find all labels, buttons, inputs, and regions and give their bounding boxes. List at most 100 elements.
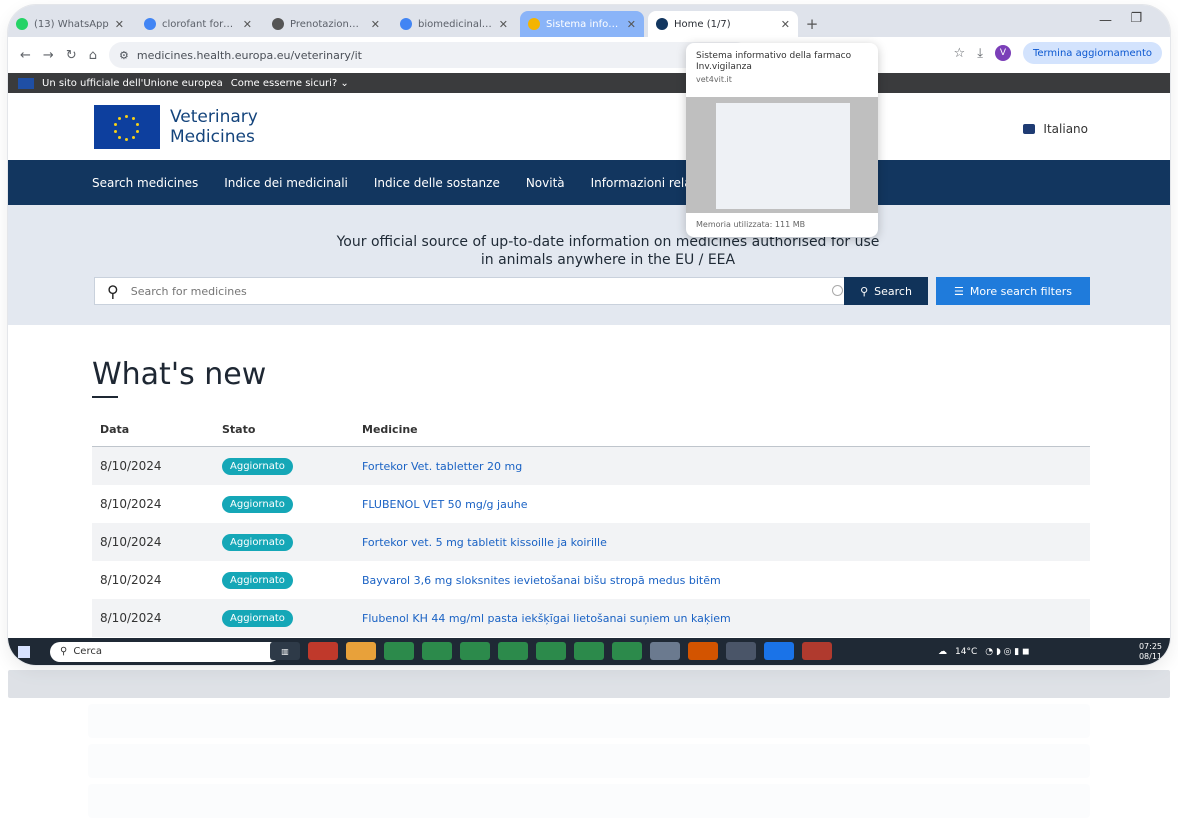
- tab-favicon-icon: [400, 18, 412, 30]
- taskbar-app-icon[interactable]: [574, 642, 604, 660]
- column-header-medicine: Medicine: [362, 423, 418, 436]
- table-row: 8/10/2024 Aggiornato Bayvarol 3,6 mg slo…: [92, 561, 1090, 599]
- speech-bubble-icon: [1023, 124, 1036, 134]
- taskbar-app-icon[interactable]: [536, 642, 566, 660]
- minimize-icon[interactable]: —: [1099, 13, 1112, 28]
- new-tab-button[interactable]: +: [802, 11, 822, 37]
- weather-temp: 14°C: [955, 646, 978, 657]
- logo-line-1: Veterinary: [170, 107, 258, 127]
- table-header: Data Stato Medicine: [92, 413, 1090, 447]
- taskbar-search-label: Cerca: [73, 646, 102, 657]
- clock[interactable]: 07:25 08/11: [1139, 642, 1162, 662]
- task-view-icon[interactable]: ▥: [270, 642, 300, 660]
- update-button[interactable]: Termina aggiornamento: [1022, 42, 1162, 64]
- tab-label: (13) WhatsApp: [34, 18, 109, 30]
- eu-flag-icon: [18, 77, 34, 89]
- forward-icon[interactable]: →: [43, 48, 54, 63]
- medicine-link[interactable]: Fortekor vet. 5 mg tabletit kissoille ja…: [362, 536, 607, 549]
- home-icon[interactable]: ⌂: [89, 48, 97, 63]
- taskbar-app-icon[interactable]: [384, 642, 414, 660]
- close-tab-icon[interactable]: ✕: [115, 18, 124, 31]
- browser-tab[interactable]: (13) WhatsApp ✕: [8, 11, 132, 37]
- back-icon[interactable]: ←: [20, 48, 31, 63]
- search-input[interactable]: [128, 283, 813, 299]
- medicine-link[interactable]: Flubenol KH 44 mg/ml pasta iekšķīgai lie…: [362, 612, 731, 625]
- status-badge: Aggiornato: [222, 457, 293, 475]
- more-filters-button[interactable]: ☰ More search filters: [936, 277, 1090, 305]
- weather-icon[interactable]: ☁: [938, 647, 947, 657]
- tab-label: biomedicinalino expert…: [418, 18, 493, 30]
- taskbar-app-icon[interactable]: [802, 642, 832, 660]
- taskbar-search[interactable]: ⚲ Cerca: [50, 641, 280, 662]
- taskbar-app-icon[interactable]: [764, 642, 794, 660]
- close-tab-icon[interactable]: ✕: [371, 18, 380, 31]
- tab-label: Home (1/7): [674, 18, 731, 30]
- browser-tab-active[interactable]: Home (1/7) ✕: [648, 11, 798, 37]
- medicine-link[interactable]: Bayvarol 3,6 mg sloksnites ievietošanai …: [362, 574, 721, 587]
- taskbar-app-icon[interactable]: [422, 642, 452, 660]
- more-filters-label: More search filters: [969, 284, 1072, 298]
- close-tab-icon[interactable]: ✕: [243, 18, 252, 31]
- tab-label: clorofant fornaci - Goo…: [162, 18, 237, 30]
- profile-avatar[interactable]: V: [994, 45, 1011, 61]
- reflection-effect: [8, 670, 1170, 830]
- download-icon[interactable]: ⤓: [977, 46, 983, 61]
- taskbar-apps: ▥: [270, 642, 832, 660]
- search-icon: ⚲: [107, 281, 119, 301]
- clock-date: 08/11: [1138, 652, 1162, 661]
- browser-tab[interactable]: biomedicinalino expert… ✕: [392, 11, 516, 37]
- tab-favicon-icon: [144, 18, 156, 30]
- taskbar-app-icon[interactable]: [308, 642, 338, 660]
- status-badge: Aggiornato: [222, 609, 293, 627]
- taskbar-app-icon[interactable]: [650, 642, 680, 660]
- preview-subtitle: Inv.vigilanza: [696, 62, 752, 72]
- tray-icons[interactable]: ◔ ◗ ◎ ▮ ◼: [985, 647, 1029, 657]
- eu-bar-text: Un sito ufficiale dell'Unione europea: [42, 77, 223, 89]
- nav-medicines-index[interactable]: Indice dei medicinali: [224, 176, 348, 190]
- site-logo[interactable]: Veterinary Medicines: [94, 105, 258, 149]
- close-tab-icon[interactable]: ✕: [627, 18, 636, 31]
- search-button-label: Search: [874, 284, 912, 298]
- nav-substances-index[interactable]: Indice delle sostanze: [374, 176, 500, 190]
- table-row: 8/10/2024 Aggiornato Fortekor vet. 5 mg …: [92, 523, 1090, 561]
- search-button[interactable]: ⚲ Search: [844, 277, 928, 305]
- eu-flag-logo-icon: [94, 105, 160, 149]
- maximize-icon[interactable]: ❐: [1130, 11, 1142, 26]
- taskbar-app-icon[interactable]: [460, 642, 490, 660]
- site-info-icon[interactable]: ⚙: [119, 49, 129, 62]
- row-date: 8/10/2024: [100, 459, 162, 473]
- address-bar[interactable]: ⚙ medicines.health.europa.eu/veterinary/…: [108, 42, 749, 68]
- star-icon[interactable]: ☆: [954, 46, 966, 61]
- nav-news[interactable]: Novità: [526, 176, 565, 190]
- language-selector[interactable]: Italiano: [1023, 122, 1088, 136]
- status-badge: Aggiornato: [222, 533, 293, 551]
- tab-favicon-icon: [528, 18, 540, 30]
- eu-bar-link[interactable]: Come esserne sicuri? ⌄: [231, 78, 349, 89]
- medicine-link[interactable]: Fortekor Vet. tabletter 20 mg: [362, 460, 522, 473]
- clear-search-icon[interactable]: [832, 285, 843, 296]
- row-date: 8/10/2024: [100, 497, 162, 511]
- browser-tab[interactable]: clorofant fornaci - Goo… ✕: [136, 11, 260, 37]
- tab-label: Prenotazione standard +: [290, 18, 365, 30]
- close-tab-icon[interactable]: ✕: [781, 18, 790, 31]
- taskbar-app-icon[interactable]: [688, 642, 718, 660]
- nav-search-medicines[interactable]: Search medicines: [92, 176, 198, 190]
- taskbar-app-icon[interactable]: [612, 642, 642, 660]
- search-box[interactable]: ⚲: [94, 277, 852, 305]
- taskbar-app-icon[interactable]: [498, 642, 528, 660]
- tab-hover-preview: Sistema informativo della farmaco Inv.vi…: [686, 43, 878, 237]
- medicine-link[interactable]: FLUBENOL VET 50 mg/g jauhe: [362, 498, 528, 511]
- browser-tab[interactable]: Prenotazione standard + ✕: [264, 11, 388, 37]
- column-header-status: Stato: [222, 423, 256, 436]
- windows-start-icon[interactable]: [18, 645, 30, 658]
- hero-section: Your official source of up-to-date infor…: [8, 205, 1170, 325]
- close-tab-icon[interactable]: ✕: [499, 18, 508, 31]
- table-row: 8/10/2024 Aggiornato FLUBENOL VET 50 mg/…: [92, 485, 1090, 523]
- reload-icon[interactable]: ↻: [66, 48, 77, 63]
- tab-favicon-icon: [656, 18, 668, 30]
- browser-tab-hovered[interactable]: Sistema informativo della… ✕: [520, 11, 644, 37]
- system-tray: ☁ 14°C ◔ ◗ ◎ ▮ ◼: [938, 638, 1030, 665]
- taskbar-app-icon[interactable]: [726, 642, 756, 660]
- taskbar-app-icon[interactable]: [346, 642, 376, 660]
- status-badge: Aggiornato: [222, 495, 293, 513]
